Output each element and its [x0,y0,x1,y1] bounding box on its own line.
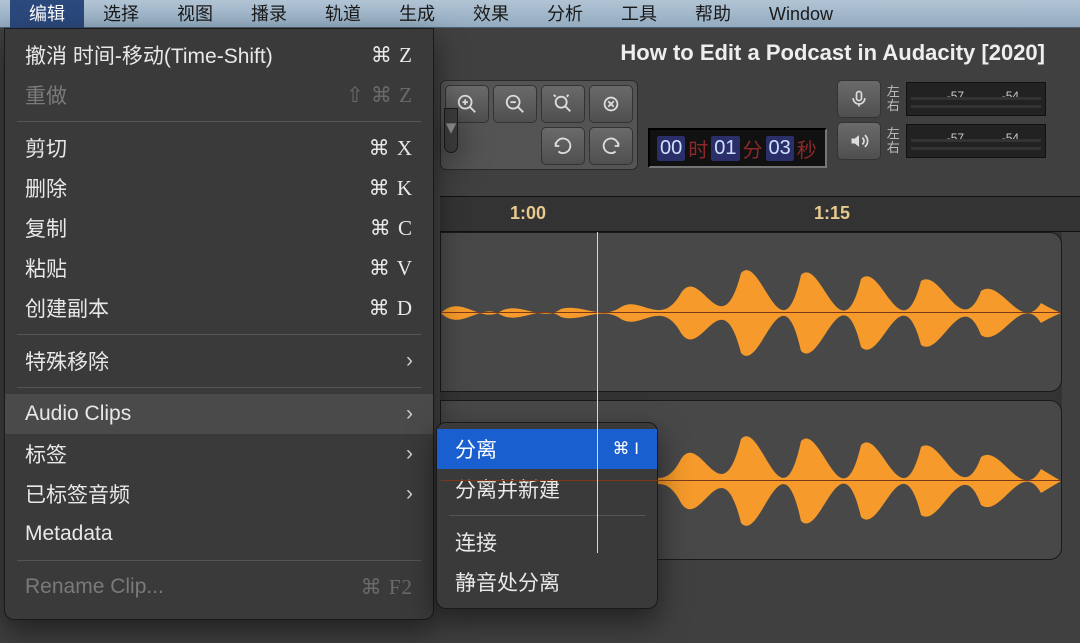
menu-effect[interactable]: 效果 [454,0,528,28]
menu-tools[interactable]: 工具 [602,0,676,28]
menu-item[interactable]: 撤消 时间-移动(Time-Shift)⌘ Z [5,35,433,75]
menu-analyze[interactable]: 分析 [528,0,602,28]
menu-view[interactable]: 视图 [158,0,232,28]
menu-item[interactable]: 特殊移除› [5,341,433,381]
timecode-display[interactable]: 00 时 01 分 03 秒 ▾ [648,128,827,168]
microphone-icon[interactable] [837,80,881,118]
submenu-item[interactable]: 静音处分离 [437,562,657,602]
mic-channel-labels: 左右 [887,85,900,113]
timecode-dropdown-icon[interactable]: ▾ [444,108,458,153]
menu-item[interactable]: 已标签音频› [5,474,433,514]
timeline-ruler[interactable]: 1:00 1:15 [440,196,1080,232]
menu-item[interactable]: 剪切⌘ X [5,128,433,168]
menu-item[interactable]: 删除⌘ K [5,168,433,208]
menu-item[interactable]: 复制⌘ C [5,208,433,248]
edit-menu-dropdown: 撤消 时间-移动(Time-Shift)⌘ Z重做⇧ ⌘ Z 剪切⌘ X删除⌘ K… [4,28,434,620]
toolbar: 00 时 01 分 03 秒 ▾ 左右 -57 -54 左右 -57 -54 [440,80,1046,170]
recording-meter[interactable]: -57 -54 [906,82,1046,116]
chevron-right-icon: › [406,402,413,426]
chevron-right-icon: › [406,482,413,506]
menu-item[interactable]: Metadata [5,514,433,554]
playhead[interactable] [597,232,598,553]
menu-edit[interactable]: 编辑 [10,0,84,28]
menu-item[interactable]: 标签› [5,434,433,474]
menu-item[interactable]: Audio Clips› [5,394,433,434]
menu-item: Rename Clip...⌘ F2 [5,567,433,607]
playback-meter[interactable]: -57 -54 [906,124,1046,158]
speaker-icon[interactable] [837,122,881,160]
undo-icon[interactable] [541,127,585,165]
timecode-hours: 00 [657,136,685,161]
chevron-right-icon: › [406,442,413,466]
menu-item[interactable]: 粘贴⌘ V [5,248,433,288]
fit-selection-icon[interactable] [541,85,585,123]
zoom-out-icon[interactable] [493,85,537,123]
submenu-item[interactable]: 分离并新建 [437,469,657,509]
audio-clips-submenu: 分离⌘ I分离并新建连接静音处分离 [436,422,658,609]
waveform [441,233,1061,392]
window-title: How to Edit a Podcast in Audacity [2020] [620,40,1045,66]
menu-window[interactable]: Window [750,0,852,28]
ruler-label: 1:15 [814,203,850,224]
speaker-channel-labels: 左右 [887,127,900,155]
menu-generate[interactable]: 生成 [380,0,454,28]
timecode-seconds: 03 [766,136,794,161]
redo-icon[interactable] [589,127,633,165]
menu-item[interactable]: 创建副本⌘ D [5,288,433,328]
audio-track[interactable] [440,232,1062,392]
menu-help[interactable]: 帮助 [676,0,750,28]
menubar: 编辑 选择 视图 播录 轨道 生成 效果 分析 工具 帮助 Window [0,0,1080,28]
ruler-label: 1:00 [510,203,546,224]
menu-item: 重做⇧ ⌘ Z [5,75,433,115]
chevron-right-icon: › [406,349,413,373]
submenu-item[interactable]: 分离⌘ I [437,429,657,469]
fit-project-icon[interactable] [589,85,633,123]
menu-tracks[interactable]: 轨道 [306,0,380,28]
submenu-item[interactable]: 连接 [437,522,657,562]
menu-select[interactable]: 选择 [84,0,158,28]
timecode-minutes: 01 [711,136,739,161]
menu-transport[interactable]: 播录 [232,0,306,28]
